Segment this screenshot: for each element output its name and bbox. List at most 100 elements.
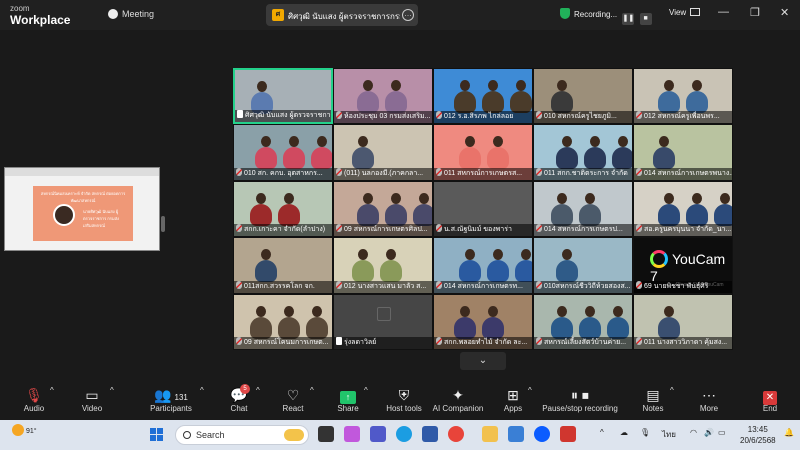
notes-icon: ▤ (646, 387, 660, 403)
participant-head (664, 80, 674, 91)
store-icon[interactable] (422, 426, 438, 442)
participant-name-label: 09 สหกรณ์โคนมการเกษต... (234, 336, 332, 349)
participant-figure (278, 316, 300, 339)
wifi-icon[interactable]: ◠ (690, 428, 697, 437)
participant-name: 010 สหกรณ์ครูไชยภูมิ... (544, 113, 617, 121)
close-icon[interactable]: ✕ (780, 6, 789, 19)
audio-options-chevron[interactable]: ^ (50, 386, 54, 395)
microphone-muted-icon (336, 167, 342, 176)
copilot-icon[interactable] (344, 426, 360, 442)
participant-tile[interactable]: 010สหกรณ์ชีววิถีห้วยสองส... (533, 237, 633, 294)
chat-options-chevron[interactable]: ^ (256, 386, 260, 395)
active-speaker-pill[interactable]: ศ ศิศวุฒิ นับแสง ผู้ตรวจราชการกรมส่งเสริ… (266, 4, 418, 26)
participant-tile[interactable]: 014 สหกรณ์การเกษตรท... (433, 237, 533, 294)
view-button[interactable]: View (669, 8, 701, 17)
pause-stop-recording-button[interactable]: ⏸ ⏹ Pause/stop recording (540, 386, 620, 413)
apps-button[interactable]: ⊞ Apps (500, 386, 526, 413)
participant-figure (556, 260, 578, 283)
apps-options-chevron[interactable]: ^ (528, 386, 532, 395)
participant-name: 014 สหกรณ์การเกษตรป... (544, 226, 623, 234)
mic-tray-icon[interactable]: 🎙 (640, 428, 650, 437)
host-tools-button[interactable]: ⛨ Host tools (384, 386, 424, 413)
participant-head (585, 305, 595, 317)
participant-tile[interactable]: รุ่งลดาวิลย์ (333, 293, 433, 350)
react-options-chevron[interactable]: ^ (310, 386, 314, 395)
participant-tile[interactable]: 012 นางสาวแสน มาลัว ส... (333, 237, 433, 294)
participants-button[interactable]: 👥 131 Participants (148, 386, 194, 413)
tray-chevron-icon[interactable]: ^ (600, 428, 604, 437)
participant-figure (658, 91, 680, 113)
participant-tile[interactable]: ห้องประชุม 03 กรมส่งเสริม... (333, 68, 433, 125)
battery-icon[interactable]: ▭ (718, 428, 726, 437)
end-button[interactable]: ✕ End (758, 386, 782, 413)
participant-tile[interactable]: 012 สหกรณ์ครูเพื่อนพร... (633, 68, 733, 125)
participant-tile[interactable]: (011) นลกองมี.(ภาคกลา... (333, 124, 433, 181)
participant-name-label: 010สหกรณ์ชีววิถีห้วยสองส... (534, 280, 632, 293)
participants-options-chevron[interactable]: ^ (200, 386, 204, 395)
share-button[interactable]: ↑ Share (334, 386, 362, 413)
share-options-chevron[interactable]: ^ (364, 386, 368, 395)
video-options-chevron[interactable]: ^ (110, 386, 114, 395)
windows-start-icon[interactable] (150, 428, 164, 442)
more-options-icon[interactable]: … (402, 9, 414, 21)
microphone-muted-icon (436, 111, 442, 120)
participant-tile[interactable]: 010 สก. คกบ. อุตสาหกร... (233, 124, 333, 181)
task-view-icon[interactable] (318, 426, 334, 442)
expand-gallery-button[interactable]: ⌄ (460, 352, 506, 370)
chat-button[interactable]: 💬 5 Chat (226, 384, 252, 413)
pause-icon[interactable]: ❚❚ (622, 13, 635, 25)
video-feed (334, 182, 432, 226)
video-button[interactable]: ▭ Video (76, 386, 108, 413)
files-icon[interactable] (508, 426, 524, 442)
participant-tile[interactable]: YouCam 7Please Start YouCam69 นายพิชชา พ… (633, 237, 733, 294)
share-screen-icon: ↑ (334, 386, 362, 404)
acrobat-icon[interactable] (560, 426, 576, 442)
participant-tile[interactable]: 014 สหกรณ์การเกษตรป... (533, 180, 633, 238)
participant-tile[interactable]: สหกรณ์เลี้ยงสัตว์บ้านค่าย... (533, 293, 633, 350)
microphone-muted-icon (536, 280, 542, 289)
participant-name-label: 010 สก. คกบ. อุตสาหกร... (234, 167, 332, 180)
participant-tile[interactable]: 010 สหกรณ์ครูไชยภูมิ... (533, 68, 633, 125)
zoom-app-icon[interactable] (534, 426, 550, 442)
cloud-icon[interactable]: ☁ (620, 428, 628, 437)
clock[interactable]: 13:45 20/6/2568 (740, 424, 776, 446)
react-button[interactable]: ♡ React (278, 386, 308, 413)
language-indicator[interactable]: ไทย (662, 428, 676, 441)
file-explorer-icon[interactable] (482, 426, 498, 442)
participant-tile[interactable]: ศิศวุฒิ นับแสง ผู้ตรวจราชการ (233, 68, 333, 125)
participant-tile[interactable]: สกก.เกาะคา จำกัด(ลำปาง) (233, 180, 333, 238)
resize-handle[interactable] (161, 216, 165, 232)
stop-icon[interactable]: ■ (639, 13, 652, 25)
notes-button[interactable]: ▤ Notes (640, 386, 666, 413)
participant-tile[interactable]: 011สกก.สวรรคโลก จก. (233, 237, 333, 294)
notification-icon[interactable]: 🔔 (784, 428, 794, 437)
participant-name: 69 นายพิชชา พันธุ์ศิริ (644, 282, 709, 290)
participant-name: 012 สหกรณ์ครูเพื่อนพร... (644, 113, 720, 121)
speaker-icon[interactable]: 🔊 (704, 428, 714, 437)
minimize-icon[interactable]: — (718, 6, 729, 18)
participant-tile[interactable]: 014 สหกรณ์การเกษตรพนาง... (633, 124, 733, 181)
notes-options-chevron[interactable]: ^ (670, 386, 674, 395)
taskbar-search-box[interactable]: Search (175, 425, 309, 445)
weather-widget[interactable]: 91° (12, 424, 37, 436)
chrome-icon[interactable] (448, 426, 464, 442)
more-button[interactable]: ⋯ More (696, 386, 722, 413)
edge-icon[interactable] (396, 426, 412, 442)
participant-tile[interactable]: 011 สหกรณ์การเกษตรส... (433, 124, 533, 181)
participant-tile[interactable]: 09 สหกรณ์โคนมการเกษต... (233, 293, 333, 350)
meeting-tab[interactable]: Meeting (108, 9, 154, 19)
participant-tile[interactable]: 011 สกก.ชาติตระการ จำกัด (533, 124, 633, 181)
video-feed (634, 295, 732, 339)
participant-head (256, 192, 266, 204)
participant-tile[interactable]: 011 นางสาววิภาดา คุ้มสง... (633, 293, 733, 350)
participant-tile[interactable]: สกก.พลอยทำไม้ จำกัด ละ... (433, 293, 533, 350)
shared-screen-thumbnail[interactable]: สหกรณ์นิคมสงเคราะห์ จำกัด สหกรณ์ ต่อยอดก… (4, 167, 160, 251)
participant-tile[interactable]: สอ.ครูนครบุนนา จำกัด_นา... (633, 180, 733, 238)
participant-tile[interactable]: 012 ร.อ.สิรภพ ไกล่ลอย (433, 68, 533, 125)
audio-button[interactable]: 🎙 Audio (18, 386, 50, 413)
restore-icon[interactable]: ❐ (750, 6, 760, 19)
participant-tile[interactable]: น.ส.ณัฐนิมม์ ของพาร่า (433, 180, 533, 238)
teams-icon[interactable] (370, 426, 386, 442)
ai-companion-button[interactable]: ✦ AI Companion (432, 386, 484, 413)
participant-tile[interactable]: 09 สหกรณ์การเกษตรศิลป... (333, 180, 433, 238)
